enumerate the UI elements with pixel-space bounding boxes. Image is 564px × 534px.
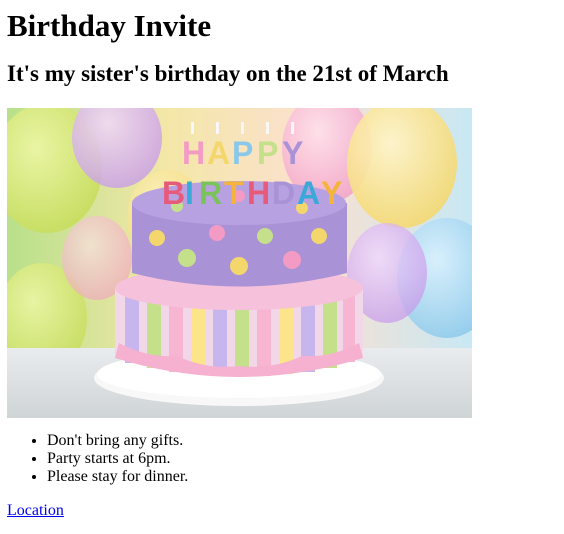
page-subtitle: It's my sister's birthday on the 21st of… xyxy=(7,61,449,86)
svg-text:R: R xyxy=(199,175,222,211)
svg-text:I: I xyxy=(185,175,194,211)
svg-text:T: T xyxy=(224,175,244,211)
page: Birthday Invite It's my sister's birthda… xyxy=(0,0,564,520)
page-title: Birthday Invite xyxy=(7,8,212,43)
list-item: Don't bring any gifts. xyxy=(47,432,557,450)
svg-text:P: P xyxy=(232,135,253,171)
svg-text:A: A xyxy=(297,175,320,211)
svg-text:H: H xyxy=(247,175,270,211)
birthday-cake-image: H A P P Y B I R T H D A Y xyxy=(7,108,472,418)
svg-text:A: A xyxy=(207,135,230,171)
list-item: Party starts at 6pm. xyxy=(47,450,557,468)
svg-text:H: H xyxy=(182,135,205,171)
svg-text:Y: Y xyxy=(321,175,342,211)
svg-text:Y: Y xyxy=(282,135,303,171)
details-list: Don't bring any gifts. Party starts at 6… xyxy=(7,432,557,486)
svg-text:B: B xyxy=(162,175,185,211)
location-link[interactable]: Location xyxy=(7,502,64,520)
svg-text:D: D xyxy=(272,175,295,211)
svg-text:P: P xyxy=(257,135,278,171)
list-item: Please stay for dinner. xyxy=(47,468,557,486)
